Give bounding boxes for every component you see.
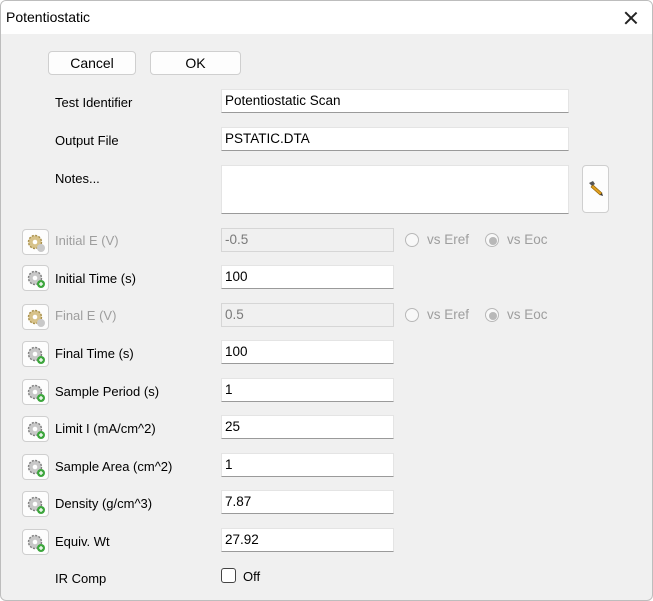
density-settings-button[interactable] (22, 491, 49, 517)
gear-settings-icon (27, 421, 45, 439)
limit-i-input[interactable]: 25 (221, 415, 394, 439)
ok-button[interactable]: OK (150, 51, 241, 75)
gear-settings-icon (27, 234, 45, 252)
ir-comp-label: IR Comp (55, 571, 107, 586)
gear-settings-icon (27, 346, 45, 364)
vs-eoc-label: vs Eoc (507, 307, 548, 322)
sample-period-settings-button[interactable] (22, 379, 49, 405)
final-e-settings-button[interactable] (22, 304, 49, 330)
final-time-label: Final Time (s) (55, 346, 134, 361)
limit-i-settings-button[interactable] (22, 416, 49, 442)
initial-time-input[interactable]: 100 (221, 265, 394, 289)
notes-label: Notes... (55, 171, 100, 186)
density-label: Density (g/cm^3) (55, 496, 153, 511)
final-e-input[interactable]: 0.5 (221, 303, 394, 327)
ir-comp-checkbox[interactable] (221, 568, 236, 583)
window-title: Potentiostatic (6, 9, 91, 25)
output-file-input[interactable]: PSTATIC.DTA (221, 127, 569, 151)
sample-area-input[interactable]: 1 (221, 453, 394, 477)
gear-settings-icon (27, 384, 45, 402)
limit-i-label: Limit I (mA/cm^2) (55, 421, 156, 436)
notes-editor-button[interactable] (582, 165, 609, 213)
pen-tool-icon (589, 181, 603, 196)
title-bar: Potentiostatic (1, 1, 652, 34)
notes-textarea[interactable] (221, 165, 569, 214)
initial-time-settings-button[interactable] (22, 265, 49, 291)
test-identifier-input[interactable]: Potentiostatic Scan (221, 89, 569, 113)
final-time-input[interactable]: 100 (221, 340, 394, 364)
potentiostatic-dialog: Potentiostatic Cancel OK Test Identifier… (0, 0, 653, 601)
sample-period-input[interactable]: 1 (221, 378, 394, 402)
output-file-label: Output File (55, 133, 119, 148)
initial-e-label: Initial E (V) (55, 233, 119, 248)
cancel-button[interactable]: Cancel (48, 51, 136, 75)
vs-eref-label: vs Eref (427, 232, 470, 247)
equiv-wt-settings-button[interactable] (22, 529, 49, 555)
initial-e-settings-button[interactable] (22, 229, 49, 255)
final-time-settings-button[interactable] (22, 341, 49, 367)
gear-settings-icon (27, 496, 45, 514)
initial-e-input[interactable]: -0.5 (221, 228, 394, 252)
sample-period-label: Sample Period (s) (55, 384, 160, 399)
gear-settings-icon (27, 270, 45, 288)
vs-eoc-label: vs Eoc (507, 232, 548, 247)
test-identifier-label: Test Identifier (55, 95, 133, 110)
radio-selected-dot (489, 312, 497, 320)
final-e-label: Final E (V) (55, 308, 117, 323)
ir-comp-checkbox-label[interactable]: Off (243, 569, 260, 584)
gear-settings-icon (27, 534, 45, 552)
gear-settings-icon (27, 309, 45, 327)
close-icon[interactable] (617, 6, 645, 30)
vs-eref-label: vs Eref (427, 307, 470, 322)
gear-settings-icon (27, 459, 45, 477)
initial-time-label: Initial Time (s) (55, 271, 136, 286)
equiv-wt-label: Equiv. Wt (55, 534, 110, 549)
density-input[interactable]: 7.87 (221, 490, 394, 514)
sample-area-label: Sample Area (cm^2) (55, 459, 173, 474)
equiv-wt-input[interactable]: 27.92 (221, 528, 394, 552)
sample-area-settings-button[interactable] (22, 454, 49, 480)
radio-selected-dot (489, 237, 497, 245)
